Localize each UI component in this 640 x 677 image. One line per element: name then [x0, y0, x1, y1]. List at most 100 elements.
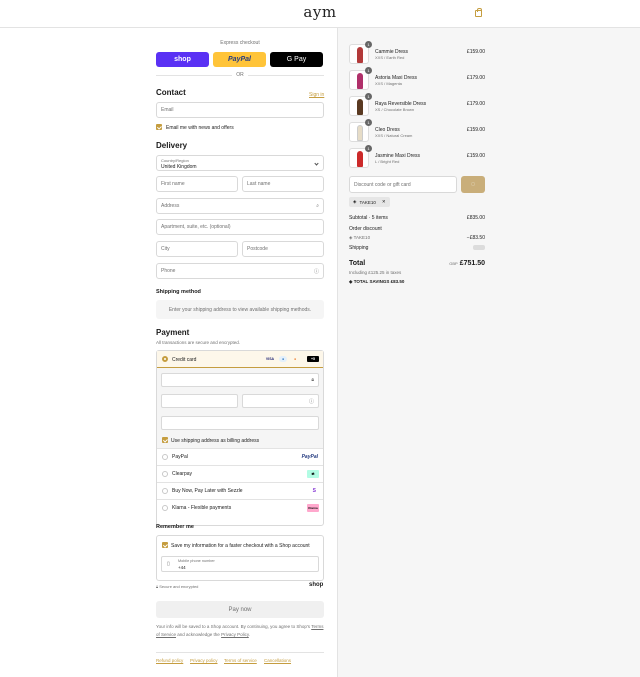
postcode-field[interactable]: Postcode [242, 241, 324, 257]
paypal-option[interactable]: PayPal PayPal [157, 448, 323, 465]
klarna-option[interactable]: Klarna - Flexible payments Klarna [157, 499, 323, 516]
help-icon[interactable]: ⓘ [314, 268, 319, 275]
search-icon: ⌕ [316, 203, 319, 209]
shipping-heading: Shipping method [156, 289, 201, 295]
clearpay-radio[interactable] [162, 471, 168, 477]
address-field[interactable]: Address ⌕ [156, 198, 324, 214]
refund-policy-link[interactable]: Refund policy [156, 658, 183, 663]
close-icon[interactable]: ✕ [382, 199, 386, 205]
shipping-placeholder [473, 245, 485, 250]
quantity-badge: 1 [365, 41, 372, 48]
country-select[interactable]: Country/Region United Kingdom [156, 155, 324, 171]
express-checkout-label: Express checkout [220, 40, 260, 46]
cart-item: 1 Jasmine Maxi Dress L / Bright Red £159… [349, 145, 485, 170]
clearpay-label: Clearpay [172, 471, 193, 477]
expiry-field[interactable] [161, 394, 238, 408]
shop-terms: Your info will be saved to a Shop accoun… [156, 623, 326, 638]
billing-label: Use shipping address as billing address [171, 438, 260, 444]
total-label: Total [349, 260, 366, 267]
klarna-icon: Klarna [307, 504, 319, 512]
product-price: £159.00 [466, 49, 485, 55]
footer-divider [156, 652, 324, 653]
klarna-label: Klarna - Flexible payments [172, 505, 232, 511]
city-field[interactable]: City [156, 241, 238, 257]
payment-options: Credit card VISA ● ● +5 🔒︎ ⓘ Use shippin… [156, 350, 324, 526]
privacy-policy-link[interactable]: Privacy Policy [221, 632, 249, 637]
name-on-card-field[interactable] [161, 416, 319, 430]
product-variant: XXS / Natural Cream [375, 133, 413, 138]
help-icon[interactable]: ⓘ [309, 398, 314, 405]
terms-end: . [248, 631, 251, 637]
apply-discount-button[interactable]: ◌ [461, 176, 485, 193]
credit-card-option[interactable]: Credit card VISA ● ● +5 [157, 351, 323, 368]
secure-label: 🔒︎ Secure and encrypted [156, 584, 198, 589]
quantity-badge: 1 [365, 145, 372, 152]
credit-card-radio[interactable] [162, 356, 168, 362]
credit-card-label: Credit card [172, 357, 197, 363]
contact-heading: Contact [156, 88, 186, 97]
payment-heading: Payment [156, 328, 190, 337]
payment-subtitle: All transactions are secure and encrypte… [156, 340, 241, 345]
product-price: £159.00 [466, 153, 485, 159]
address-placeholder: Address [161, 203, 180, 209]
first-name-field[interactable]: First name [156, 176, 238, 192]
sezzle-option[interactable]: Buy Now, Pay Later with Sezzle S [157, 482, 323, 499]
lock-icon: 🔒︎ [156, 584, 159, 589]
sezzle-label: Buy Now, Pay Later with Sezzle [172, 488, 243, 494]
total-savings: ◈ TOTAL SAVINGS £83.50 [349, 279, 404, 285]
security-code-field[interactable]: ⓘ [242, 394, 319, 408]
savings-value: £83.50 [390, 279, 405, 284]
phone-icon: ▯ [167, 561, 170, 567]
cancellations-link[interactable]: Cancellations [264, 658, 291, 663]
lock-icon: 🔒︎ [311, 377, 314, 383]
paypal-radio[interactable] [162, 454, 168, 460]
product-variant: XXS / Earth Red [375, 55, 405, 60]
email-field[interactable]: Email [156, 102, 324, 118]
bag-icon[interactable] [475, 8, 482, 17]
shipping-row: Shipping [349, 245, 485, 253]
store-logo[interactable]: aym [0, 3, 640, 21]
product-variant: XS / Chocolate Brown [375, 107, 415, 112]
sign-in-link[interactable]: Sign in [309, 92, 324, 98]
news-label: Email me with news and offers [166, 125, 234, 131]
remember-heading: Remember me [156, 524, 194, 530]
apartment-field[interactable]: Apartment, suite, etc. (optional) [156, 219, 324, 235]
total-value: £751.50 [459, 260, 485, 267]
sezzle-radio[interactable] [162, 488, 168, 494]
mobile-phone-field[interactable]: ▯ Mobile phone number +44 [161, 556, 319, 572]
taxes-note: Including £125.25 in taxes [349, 270, 402, 275]
clearpay-option[interactable]: Clearpay ⇄ [157, 465, 323, 482]
savings-label: TOTAL SAVINGS [353, 279, 390, 284]
pay-now-button[interactable]: Pay now [156, 601, 324, 618]
shipping-label: Shipping [349, 245, 369, 251]
more-cards-badge: +5 [307, 356, 319, 362]
save-info-checkbox[interactable] [162, 542, 168, 548]
phone-field[interactable]: Phone ⓘ [156, 263, 324, 279]
applied-code: TAKE10 [359, 199, 376, 205]
dress-image [357, 47, 363, 63]
discount-value: −£83.50 [466, 235, 485, 241]
paypal-icon: PayPal [301, 454, 318, 460]
mobile-phone-label: Mobile phone number [178, 559, 215, 563]
order-discount-label: Order discount [349, 226, 382, 232]
discount-code-input[interactable]: Discount code or gift card [349, 176, 457, 193]
news-checkbox[interactable] [156, 124, 162, 130]
klarna-radio[interactable] [162, 505, 168, 511]
maestro-icon: ● [279, 356, 287, 362]
billing-checkbox[interactable] [162, 437, 168, 443]
privacy-policy-footer-link[interactable]: Privacy policy [190, 658, 218, 663]
quantity-badge: 1 [365, 119, 372, 126]
terms-of-service-footer-link[interactable]: Terms of service [224, 658, 257, 663]
country-label: Country/Region [161, 158, 189, 163]
google-pay-button[interactable]: G Pay [270, 52, 323, 67]
terms-mid: and acknowledge the [177, 631, 220, 637]
visa-icon: VISA [265, 357, 275, 361]
mastercard-icon: ● [293, 357, 297, 361]
country-value: United Kingdom [161, 164, 197, 170]
card-number-field[interactable]: 🔒︎ [161, 373, 319, 387]
shop-pay-button[interactable]: shop [156, 52, 209, 67]
paypal-button[interactable]: PayPal [213, 52, 266, 67]
order-discount-row: Order discount [349, 226, 485, 234]
total-amount: GBP £751.50 [449, 260, 485, 267]
last-name-field[interactable]: Last name [242, 176, 324, 192]
